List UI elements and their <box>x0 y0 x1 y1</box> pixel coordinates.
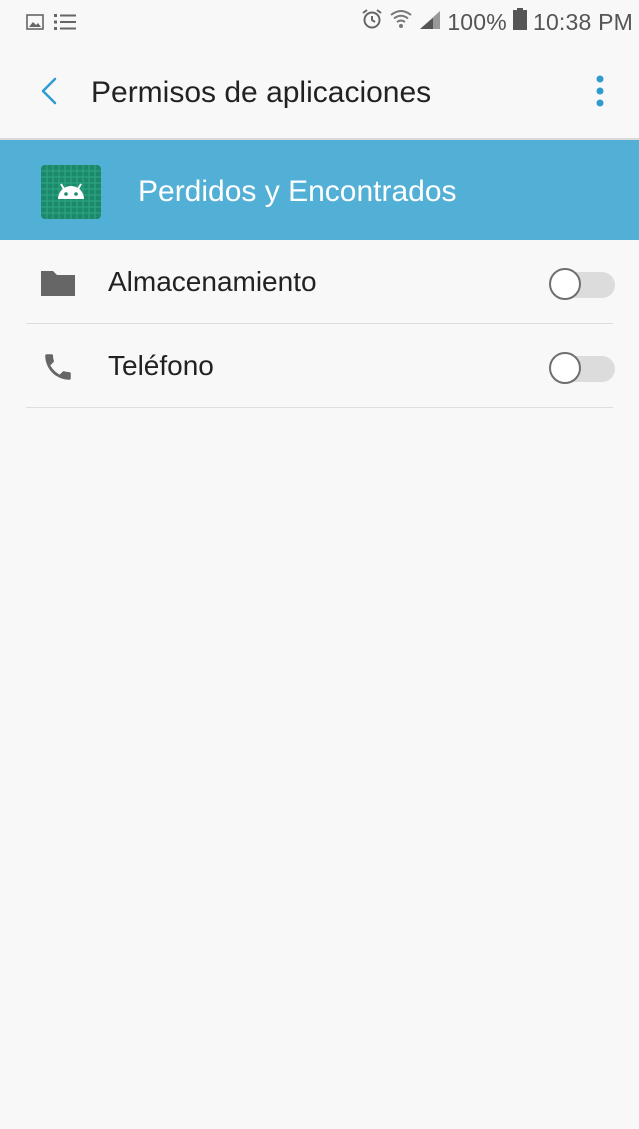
list-notification-icon <box>54 13 76 36</box>
more-options-button[interactable] <box>585 72 615 114</box>
permission-label: Almacenamiento <box>108 266 317 297</box>
battery-icon <box>512 8 527 36</box>
chevron-left-icon <box>39 76 59 111</box>
toggle-knob <box>549 268 581 300</box>
battery-percent: 100% <box>447 8 507 35</box>
status-bar: 100% 10:38 PM <box>0 0 639 48</box>
folder-icon <box>38 265 78 301</box>
alarm-icon <box>361 8 383 36</box>
storage-permission-toggle[interactable] <box>549 268 615 300</box>
app-banner: Perdidos y Encontrados <box>0 140 639 240</box>
row-divider <box>26 323 613 324</box>
row-divider <box>26 407 613 408</box>
more-vert-icon <box>595 75 605 112</box>
toggle-knob <box>549 352 581 384</box>
back-button[interactable] <box>30 74 68 112</box>
app-name: Perdidos y Encontrados <box>138 175 457 208</box>
page-title: Permisos de aplicaciones <box>91 76 432 109</box>
gallery-notification-icon <box>26 14 44 35</box>
permission-row-storage[interactable]: Almacenamiento <box>0 241 639 325</box>
app-bar: Permisos de aplicaciones <box>0 48 639 138</box>
status-bar-right: 100% 10:38 PM <box>361 8 633 36</box>
permission-row-phone[interactable]: Teléfono <box>0 325 639 409</box>
clock: 10:38 PM <box>532 8 633 35</box>
permission-label: Teléfono <box>108 350 214 381</box>
wifi-icon <box>389 8 413 36</box>
android-app-icon <box>41 165 101 219</box>
signal-icon <box>419 9 441 36</box>
phone-icon <box>38 349 78 385</box>
status-bar-left <box>26 13 76 36</box>
phone-permission-toggle[interactable] <box>549 352 615 384</box>
